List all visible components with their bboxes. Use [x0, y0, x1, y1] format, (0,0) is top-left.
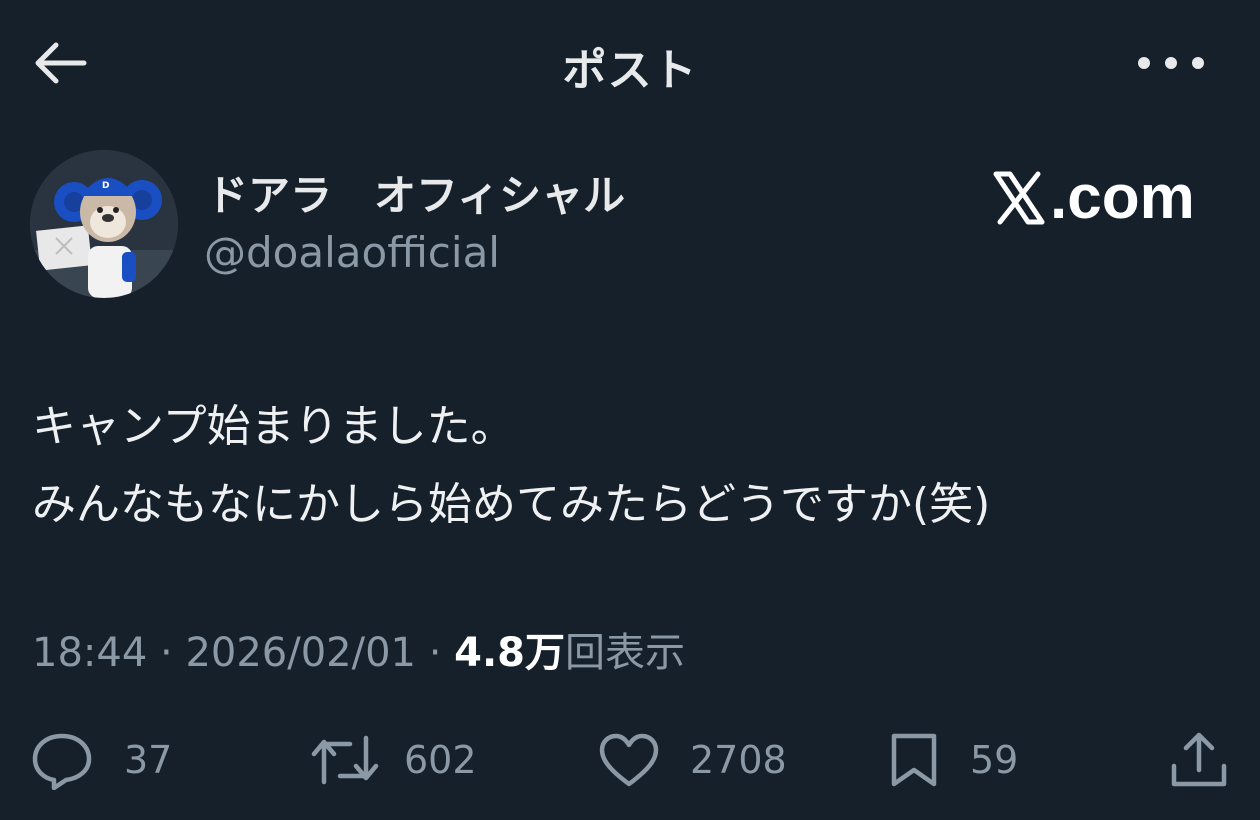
post-time[interactable]: 18:44	[32, 630, 147, 676]
like-count: 2708	[690, 738, 787, 782]
bookmark-icon	[891, 733, 937, 787]
watermark-text: .com	[1050, 163, 1195, 232]
meta-separator: ·	[160, 630, 173, 676]
top-bar: ポスト	[0, 0, 1260, 125]
post-text: キャンプ始まりました。 みんなもなにかしら始めてみたらどうですか(笑)	[32, 388, 990, 544]
page-title: ポスト	[562, 45, 698, 96]
post-text-line: キャンプ始まりました。	[32, 401, 515, 452]
more-options-button[interactable]	[1138, 48, 1204, 78]
post-meta: 18:44 · 2026/02/01 · 4.8万回表示	[32, 620, 685, 678]
more-horizontal-icon	[1138, 57, 1150, 69]
reply-count: 37	[124, 738, 173, 782]
heart-icon	[599, 733, 659, 787]
share-button[interactable]	[1168, 720, 1230, 800]
more-horizontal-icon-dot	[1165, 57, 1177, 69]
views-count[interactable]: 4.8万	[454, 630, 565, 676]
author-handle[interactable]: @doalaofficial	[204, 228, 500, 277]
doala-mascot-avatar-image: D	[30, 150, 178, 298]
x-com-watermark: .com	[992, 162, 1195, 233]
reply-icon	[32, 733, 92, 790]
svg-text:D: D	[102, 181, 109, 191]
repost-count: 602	[404, 738, 477, 782]
repost-button[interactable]: 602	[310, 720, 477, 800]
bookmark-count: 59	[970, 738, 1019, 782]
post-text-line: みんなもなにかしら始めてみたらどうですか(笑)	[32, 479, 991, 530]
more-horizontal-icon-dot	[1192, 57, 1204, 69]
x-logo-icon	[993, 171, 1045, 224]
bookmark-button[interactable]: 59	[888, 720, 1018, 800]
reply-button[interactable]: 37	[30, 720, 172, 800]
author-display-name[interactable]: ドアラ オフィシャル	[206, 162, 625, 223]
post-actions-bar: 37 602 2708 59	[0, 720, 1260, 800]
share-icon	[1171, 732, 1227, 787]
post-date[interactable]: 2026/02/01	[185, 630, 416, 676]
like-button[interactable]: 2708	[598, 720, 787, 800]
meta-separator: ·	[428, 630, 442, 676]
views-label: 回表示	[565, 630, 685, 676]
avatar[interactable]: D	[30, 150, 178, 298]
repost-icon	[311, 735, 379, 785]
